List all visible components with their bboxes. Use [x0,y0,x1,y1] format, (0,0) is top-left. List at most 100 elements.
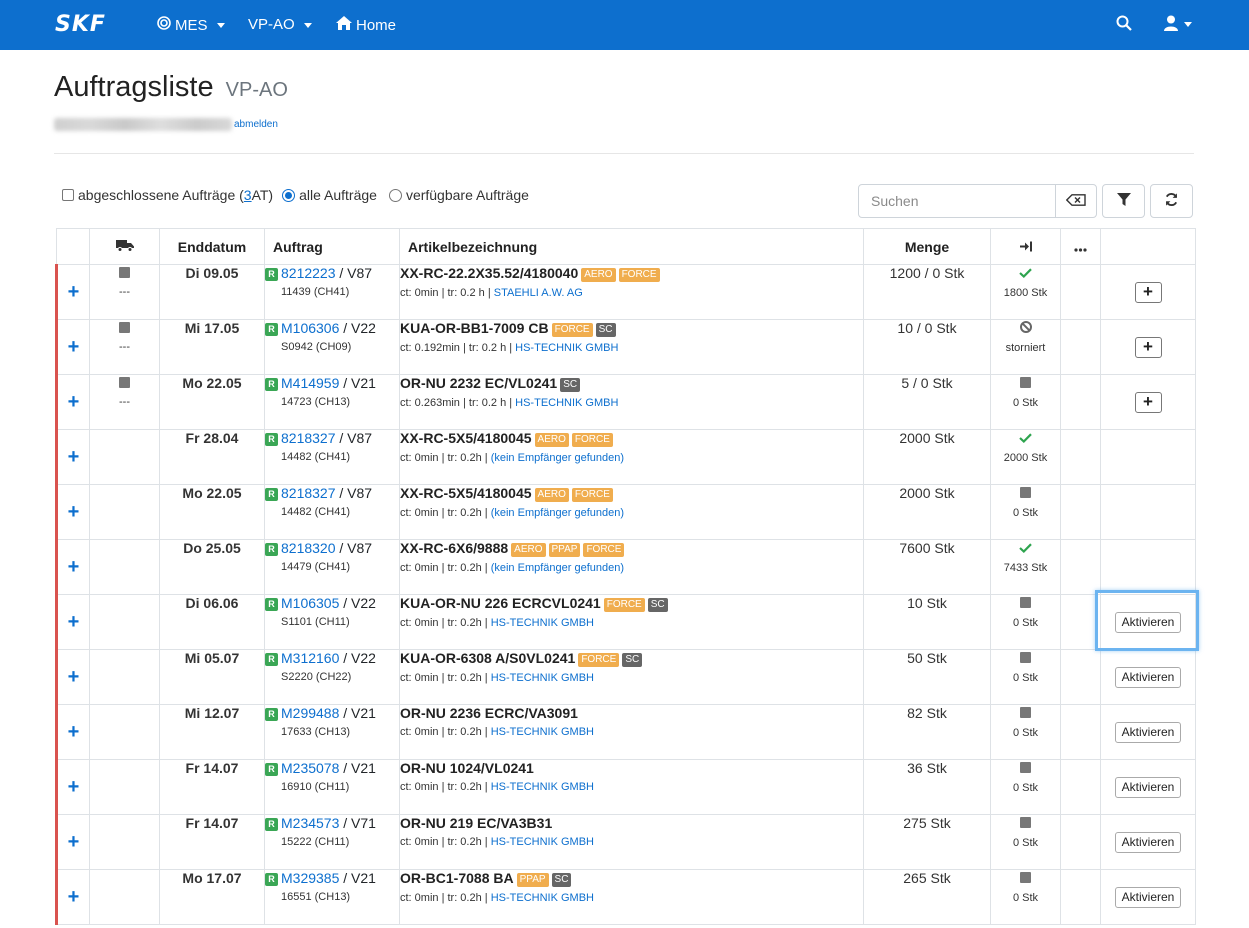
filter-icon [1116,192,1131,210]
delivery-cell [89,484,160,540]
quantity: 82 Stk [863,704,991,760]
expand-row-icon[interactable]: + [68,666,80,688]
receiver-link[interactable]: (kein Empfänger gefunden) [491,562,624,574]
expand-row-icon[interactable]: + [68,391,80,413]
receiver-link[interactable]: HS-TECHNIK GMBH [491,892,594,904]
table-row: + --- Mo 22.05 R M414959 / V21 14723 (CH13) OR… [55,374,1196,430]
order-number-link[interactable]: M235078 [281,760,339,776]
order-number-link[interactable]: M234573 [281,815,339,831]
article-name: OR-NU 219 EC/VA3B31 [400,815,553,831]
article-tag: FORCE [583,543,625,557]
page-subtitle: VP-AO [225,79,288,101]
activate-button[interactable]: Aktivieren [1114,776,1182,798]
receiver-link[interactable]: (kein Empfänger gefunden) [491,507,624,519]
order-number-link[interactable]: 8218320 [281,540,336,556]
filter-button[interactable] [1102,184,1145,218]
end-date: Mi 12.07 [159,704,265,760]
activate-button[interactable]: Aktivieren [1114,611,1182,633]
order-number-link[interactable]: M299488 [281,705,339,721]
header-enddatum[interactable]: Enddatum [159,228,265,265]
expand-row-icon[interactable]: + [68,611,80,633]
quantity: 275 Stk [863,814,991,870]
expand-row-icon[interactable]: + [68,831,80,853]
mes-menu[interactable]: MES [157,16,225,35]
article-cell: XX-RC-5X5/4180045 AERO FORCE ct: 0min | tr:… [399,429,864,485]
order-number-link[interactable]: 8218327 [281,485,336,501]
receiver-link[interactable]: HS-TECHNIK GMBH [491,781,594,793]
receiver-link[interactable]: HS-TECHNIK GMBH [491,672,594,684]
header-artikel[interactable]: Artikelbezeichnung [399,228,864,265]
more-icon [1074,239,1087,255]
r-badge: R [265,873,278,886]
user-menu[interactable] [1164,15,1192,34]
order-number-link[interactable]: M312160 [281,650,339,666]
logout-link[interactable]: abmelden [234,119,278,130]
delivery-cell: --- [89,264,160,320]
expand-cell: + [55,594,90,650]
order-sub: 16910 (CH11) [281,781,350,793]
expand-row-icon[interactable]: + [68,446,80,468]
vpao-menu[interactable]: VP-AO [248,16,312,34]
vpao-menu-label: VP-AO [248,16,295,33]
expand-row-icon[interactable]: + [68,281,80,303]
order-number-link[interactable]: M106305 [281,595,339,611]
r-badge: R [265,598,278,611]
search-input[interactable] [859,185,1055,217]
status-text: 0 Stk [1012,727,1039,739]
activate-button[interactable]: Aktivieren [1114,666,1182,688]
table-row: + Mo 17.07 R M329385 / V21 16551 (CH13) OR-BC… [55,869,1196,925]
order-number-link[interactable]: M414959 [281,375,339,391]
expand-row-icon[interactable]: + [68,501,80,523]
receiver-link[interactable]: HS-TECHNIK GMBH [491,617,594,629]
receiver-link[interactable]: HS-TECHNIK GMBH [491,726,594,738]
skf-logo[interactable]: SKF [55,14,106,36]
delivery-cell: --- [89,374,160,430]
status-text: 0 Stk [1012,617,1039,629]
table-header-row: Enddatum Auftrag Artikelbezeichnung Meng… [56,228,1196,265]
receiver-link[interactable]: STAEHLI A.W. AG [494,287,583,299]
search-icon[interactable] [1116,15,1132,34]
receiver-link[interactable]: (kein Empfänger gefunden) [491,452,624,464]
status-text: 0 Stk [1012,507,1039,519]
order-number-link[interactable]: M106306 [281,320,339,336]
expand-row-icon[interactable]: + [68,556,80,578]
expand-row-icon[interactable]: + [68,721,80,743]
add-button[interactable]: + [1134,336,1162,358]
add-button[interactable]: + [1134,281,1162,303]
available-orders-radio[interactable] [388,188,402,202]
expand-row-icon[interactable]: + [68,336,80,358]
order-number-link[interactable]: M329385 [281,870,339,886]
clear-search-button[interactable] [1055,185,1096,217]
expand-row-icon[interactable]: + [68,776,80,798]
end-date: Mo 17.07 [159,869,265,925]
order-version: / V21 [339,375,376,391]
header-auftrag[interactable]: Auftrag [264,228,400,265]
header-more[interactable] [1060,228,1101,265]
receiver-link[interactable]: HS-TECHNIK GMBH [515,342,618,354]
status-cell: 0 Stk [990,759,1061,815]
home-link[interactable]: Home [336,16,396,35]
quantity: 7600 Stk [863,539,991,595]
receiver-link[interactable]: HS-TECHNIK GMBH [491,836,594,848]
activate-button[interactable]: Aktivieren [1114,831,1182,853]
add-button[interactable]: + [1134,391,1162,413]
receiver-link[interactable]: HS-TECHNIK GMBH [515,397,618,409]
article-cell: OR-NU 219 EC/VA3B31 ct: 0min | tr: 0.2h |… [399,814,864,870]
header-menge[interactable]: Menge [863,228,991,265]
completed-count-link[interactable]: 3 [244,187,252,203]
r-badge: R [265,323,278,336]
order-number-link[interactable]: 8218327 [281,430,336,446]
activate-button[interactable]: Aktivieren [1114,721,1182,743]
activate-button[interactable]: Aktivieren [1114,886,1182,908]
expand-row-icon[interactable]: + [68,886,80,908]
article-tag: FORCE [618,268,660,282]
quantity: 1200 / 0 Stk [863,264,991,320]
delivery-cell [89,814,160,870]
completed-orders-checkbox[interactable] [62,189,74,201]
article-cell: KUA-OR-NU 226 ECRCVL0241 FORCE SC ct: 0min … [399,594,864,650]
action-cell: Aktivieren [1100,704,1196,760]
order-number-link[interactable]: 8212223 [281,265,336,281]
all-orders-radio[interactable] [282,188,296,202]
status-cell: 7433 Stk [990,539,1061,595]
refresh-button[interactable] [1150,184,1193,218]
